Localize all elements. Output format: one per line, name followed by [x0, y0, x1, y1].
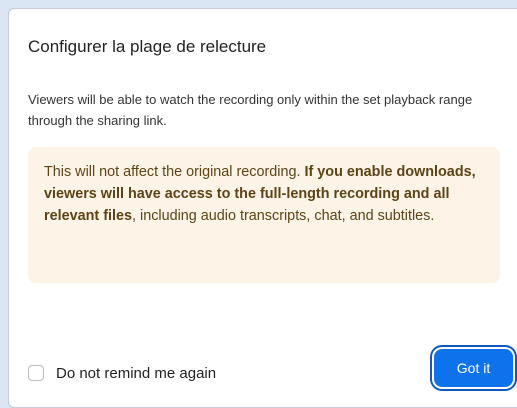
dialog-title: Configurer la plage de relecture	[28, 37, 267, 56]
dialog-description: Viewers will be able to watch the record…	[28, 92, 473, 128]
notice-box: This will not affect the original record…	[28, 147, 500, 283]
got-it-button[interactable]: Got it	[434, 349, 513, 387]
notice-text-intro: This will not affect the original record…	[44, 164, 305, 180]
do-not-remind-option[interactable]: Do not remind me again	[28, 364, 216, 382]
notice-text-outro: , including audio transcripts, chat, and…	[132, 208, 435, 224]
do-not-remind-checkbox[interactable]	[28, 365, 44, 381]
playback-range-dialog: Configurer la plage de relecture Viewers…	[8, 8, 517, 408]
do-not-remind-label[interactable]: Do not remind me again	[56, 365, 216, 382]
